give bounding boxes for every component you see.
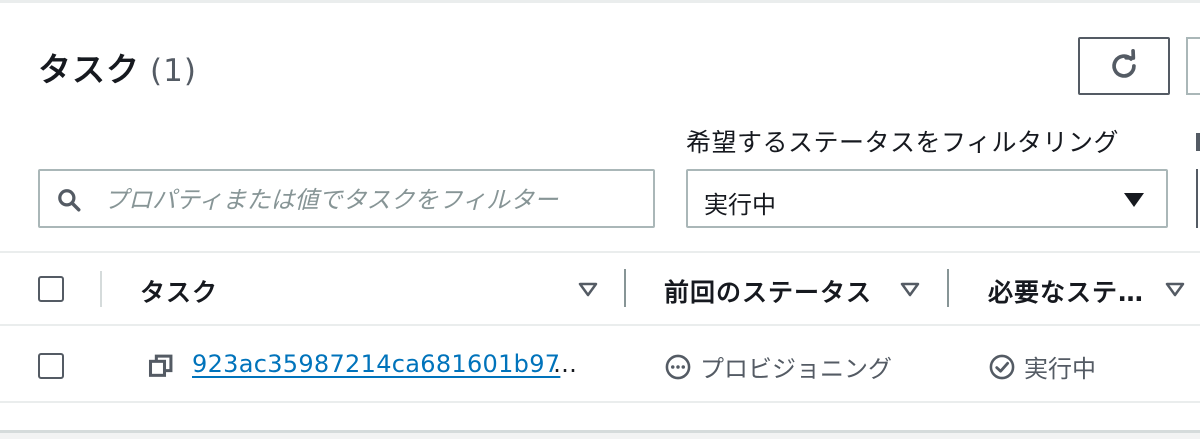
copy-icon[interactable] bbox=[147, 352, 175, 380]
status-filter-select[interactable]: 実行中 bbox=[686, 169, 1168, 228]
desired-status: 実行中 bbox=[988, 349, 1096, 384]
last-status: プロビジョニング bbox=[664, 349, 892, 384]
search-field[interactable] bbox=[38, 169, 655, 228]
check-circle-icon bbox=[989, 354, 1015, 379]
table-header-divider bbox=[0, 324, 1200, 326]
select-all-checkbox[interactable] bbox=[38, 276, 64, 302]
table-top-divider bbox=[0, 251, 1200, 253]
partial-select[interactable] bbox=[1196, 169, 1200, 228]
panel-bottom-border bbox=[0, 430, 1200, 433]
task-count: (1) bbox=[150, 53, 197, 89]
partial-label bbox=[1196, 133, 1200, 151]
last-status-text: プロビジョニング bbox=[700, 355, 892, 383]
refresh-button[interactable] bbox=[1078, 37, 1170, 95]
page-title: タスク (1) bbox=[38, 43, 197, 91]
chevron-down-icon bbox=[1124, 193, 1144, 207]
search-input[interactable] bbox=[102, 179, 646, 221]
column-header-desired-status[interactable]: 必要なステ… bbox=[988, 273, 1144, 309]
status-filter-label: 希望するステータスをフィルタリング bbox=[686, 128, 1120, 157]
refresh-icon bbox=[1112, 49, 1136, 78]
actions-button-partial[interactable] bbox=[1186, 37, 1200, 95]
truncation-ellipsis: … bbox=[553, 350, 577, 378]
tasks-panel: タスク (1) 希望するステータスをフィルタリング 実行中 タスク 前回のステータ… bbox=[0, 0, 1200, 432]
table-bottom-divider bbox=[0, 401, 1200, 403]
row-checkbox[interactable] bbox=[38, 353, 64, 379]
desired-status-text: 実行中 bbox=[1024, 355, 1096, 383]
column-divider[interactable] bbox=[624, 269, 626, 307]
sort-icon[interactable] bbox=[1165, 282, 1185, 298]
sort-icon[interactable] bbox=[900, 282, 920, 298]
search-icon bbox=[56, 187, 82, 217]
column-divider[interactable] bbox=[947, 269, 949, 307]
column-divider bbox=[100, 271, 102, 307]
title-text: タスク bbox=[38, 50, 140, 89]
task-id-link[interactable]: 923ac35987214ca681601b97 bbox=[192, 350, 560, 378]
sort-icon[interactable] bbox=[578, 282, 598, 298]
column-header-last-status[interactable]: 前回のステータス bbox=[664, 273, 872, 309]
pending-icon bbox=[665, 354, 691, 379]
status-filter-value: 実行中 bbox=[704, 191, 776, 219]
column-header-task[interactable]: タスク bbox=[140, 273, 218, 309]
